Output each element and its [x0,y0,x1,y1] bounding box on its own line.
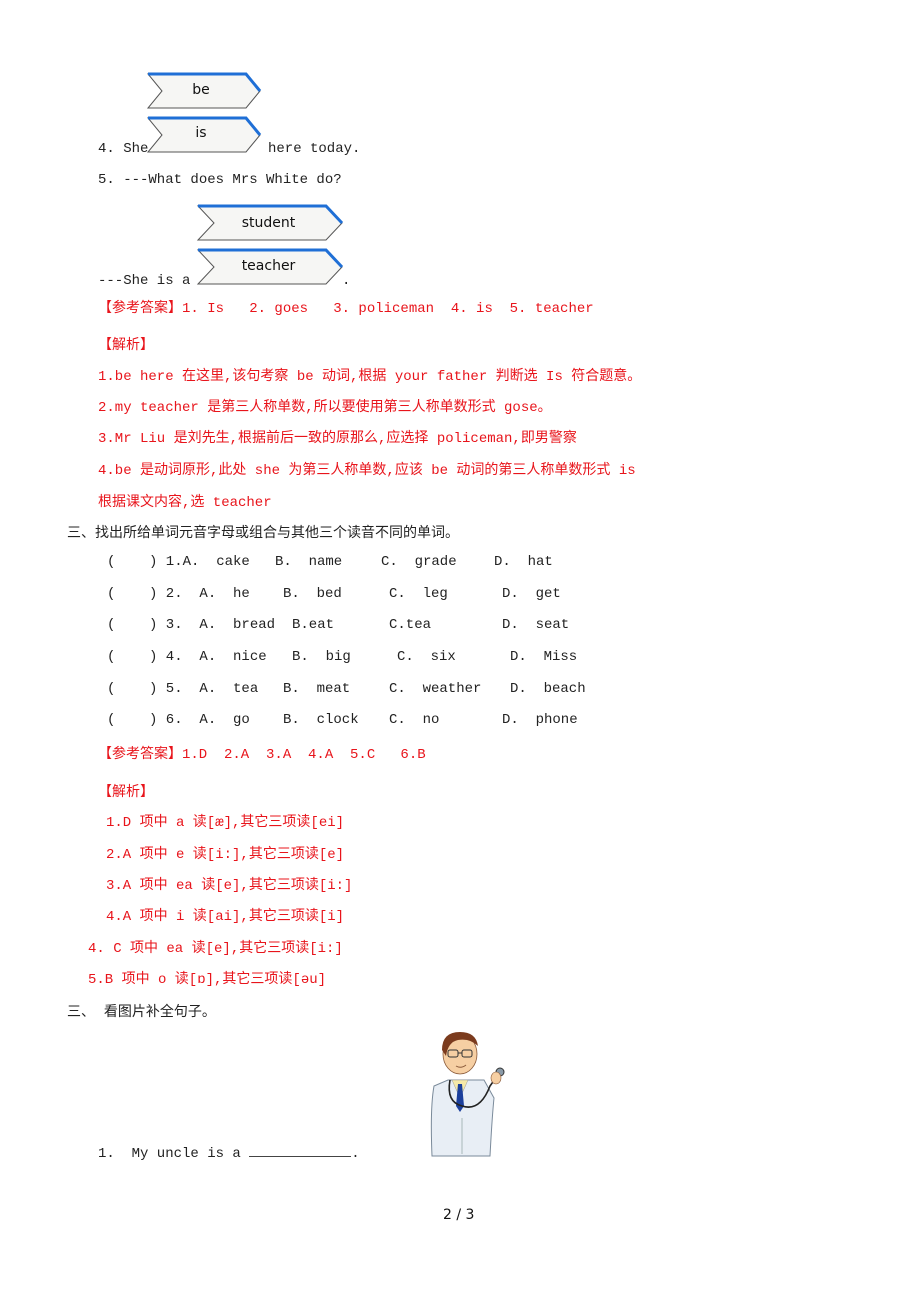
option-d: D. phone [502,712,578,728]
analysis-line: 根据课文内容,选 teacher [98,495,272,511]
option-b: B. meat [283,681,351,697]
answer-text: 1.D 2.A 3.A 4.A 5.C 6.B [182,747,426,763]
option-b: B. bed [283,586,342,602]
option-d: D. hat [494,554,553,570]
option-c: C. six [397,649,456,665]
answer-label: 【参考答案】 [98,746,182,762]
option-c: C. no [389,712,440,728]
analysis-line: 2.A 项中 e 读[i:],其它三项读[e] [106,847,345,863]
option-d: D. get [502,586,561,602]
option-label-be: be [192,82,210,98]
option-d: D. Miss [510,649,578,665]
question-row: ( ) 1.A. cake B. name C. grade D. hat [107,554,607,574]
option-b: B.eat [292,617,335,633]
question-number: ( ) 4. A. nice [107,649,267,665]
analysis-line: 4.A 项中 i 读[ai],其它三项读[i] [106,909,345,925]
question-number: ( ) 6. A. go [107,712,250,728]
analysis-line: 5.B 项中 o 读[ɒ],其它三项读[əu] [88,972,327,988]
option-d: D. seat [502,617,570,633]
option-label-is: is [195,125,207,141]
option-label-teacher: teacher [241,258,296,274]
question-row: ( ) 2. A. he B. bed C. leg D. get [107,586,607,606]
analysis-line: 3.Mr Liu 是刘先生,根据前后一致的原那么,应选择 policeman,即… [98,431,577,447]
section-heading-pronunciation: 三、找出所给单词元音字母或组合与其他三个读音不同的单词。 [67,525,459,541]
option-c: C.tea [389,617,432,633]
page-number: 2 / 3 [443,1207,475,1223]
answer-text: 1. Is 2. goes 3. policeman 4. is 5. teac… [182,301,594,317]
picture-q1-prefix: 1. My uncle is a [98,1146,241,1162]
option-c: C. weather [389,681,482,697]
analysis-line: 4. C 项中 ea 读[e],其它三项读[i:] [88,941,343,957]
answer-label: 【参考答案】 [98,300,182,316]
section-heading-picture: 三、 看图片补全句子。 [67,1004,216,1020]
option-c: C. grade [381,554,457,570]
answer-blank[interactable] [249,1142,352,1157]
option-c: C. leg [389,586,448,602]
q5-question: 5. ---What does Mrs White do? [98,172,342,188]
question-number: ( ) 5. A. tea [107,681,259,697]
question-row: ( ) 4. A. nice B. big C. six D. Miss [107,649,607,669]
question-row: ( ) 5. A. tea B. meat C. weather D. beac… [107,681,607,701]
q5-suffix: . [342,273,351,289]
option-b: B. big [292,649,351,665]
answer-line-c: 【参考答案】1.D 2.A 3.A 4.A 5.C 6.B [98,743,426,763]
option-label-student: student [241,215,296,231]
question-number: ( ) 2. A. he [107,586,250,602]
analysis-line: 4.be 是动词原形,此处 she 为第三人称单数,应该 be 动词的第三人称单… [98,463,636,479]
question-number: ( ) 1.A. cake [107,554,250,570]
q4-prefix: 4. She [98,141,149,157]
analysis-line: 1.be here 在这里,该句考察 be 动词,根据 your father … [98,369,642,385]
analysis-label: 【解析】 [98,338,154,354]
analysis-label: 【解析】 [98,785,154,801]
question-row: ( ) 3. A. bread B.eat C.tea D. seat [107,617,607,637]
analysis-line: 1.D 项中 a 读[æ],其它三项读[ei] [106,815,345,831]
question-row: ( ) 6. A. go B. clock C. no D. phone [107,712,607,732]
option-b: B. clock [283,712,359,728]
answer-line-b: 【参考答案】1. Is 2. goes 3. policeman 4. is 5… [98,297,594,317]
analysis-line: 3.A 项中 ea 读[e],其它三项读[i:] [106,878,353,894]
option-d: D. beach [510,681,586,697]
question-number: ( ) 3. A. bread [107,617,276,633]
q4-suffix: here today. [268,141,361,157]
option-b: B. name [275,554,343,570]
picture-q1-suffix: . [351,1146,360,1162]
picture-q1: 1. My uncle is a . [98,1142,360,1162]
analysis-line: 2.my teacher 是第三人称单数,所以要使用第三人称单数形式 gose。 [98,400,552,416]
q5-prefix: ---She is a [98,273,191,289]
doctor-illustration [430,1032,505,1157]
